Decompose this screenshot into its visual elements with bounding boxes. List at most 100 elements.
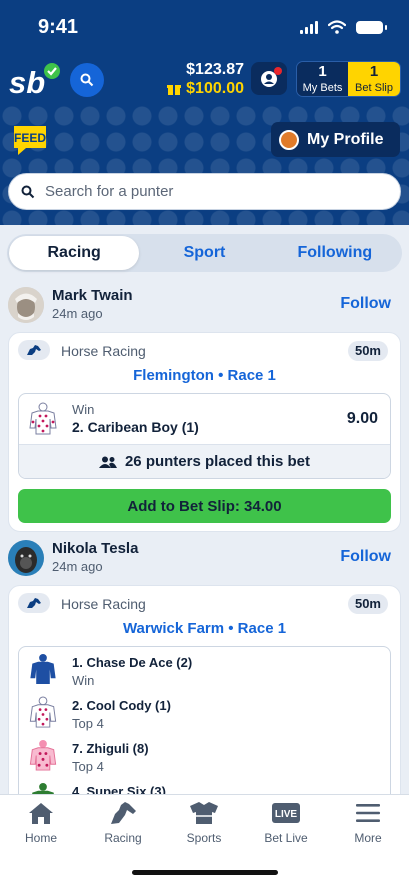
avatar[interactable] xyxy=(8,287,44,323)
wifi-icon xyxy=(328,20,346,34)
runner-name: 2. Cool Cody (1) xyxy=(72,698,171,713)
status-icons xyxy=(300,20,387,34)
search-button[interactable] xyxy=(70,63,104,97)
jockey-silk-icon xyxy=(29,739,57,771)
post-user-row: Nikola Tesla 24m ago Follow xyxy=(8,540,401,580)
bonus-amount: $100.00 xyxy=(186,80,244,97)
tab-racing[interactable]: Racing xyxy=(9,236,140,270)
sport-label: Horse Racing xyxy=(61,596,146,612)
svg-text:LIVE: LIVE xyxy=(275,809,298,820)
jockey-silk-icon xyxy=(29,402,57,435)
tab-following[interactable]: Following xyxy=(270,236,400,270)
feed-logo: FEED xyxy=(14,126,46,155)
search-icon xyxy=(21,185,35,198)
bet-slip-count: 1 xyxy=(369,63,379,80)
search-icon xyxy=(80,73,94,87)
selection-row[interactable]: 1. Chase De Ace (2) Win xyxy=(19,647,390,690)
people-icon xyxy=(98,456,117,468)
post-time: 24m ago xyxy=(52,306,103,321)
bet-type: Top 4 xyxy=(72,759,104,774)
card-header: Horse Racing 50m xyxy=(9,586,400,616)
bet-slip-label: Bet Slip xyxy=(355,82,393,94)
punters-count: 26 punters placed this bet xyxy=(19,444,390,478)
home-indicator[interactable] xyxy=(132,870,278,875)
account-button[interactable] xyxy=(251,62,287,95)
punters-text: 26 punters placed this bet xyxy=(124,453,311,470)
feed-logo-text: FEED xyxy=(14,131,46,145)
runner-name: 1. Chase De Ace (2) xyxy=(72,655,193,670)
sport-label: Horse Racing xyxy=(61,343,146,359)
svg-text:sb: sb xyxy=(9,65,45,100)
nav-racing-label: Racing xyxy=(104,831,142,845)
bet-type: Win xyxy=(72,673,95,688)
my-bets-button[interactable]: 1 My Bets xyxy=(297,62,349,96)
nav-more[interactable]: More xyxy=(333,801,403,845)
menu-icon xyxy=(356,804,380,822)
selection-row[interactable]: Win 2. Caribean Boy (1) 9.00 xyxy=(19,394,390,444)
status-bar: 9:41 xyxy=(0,0,409,56)
home-icon xyxy=(29,803,53,824)
bet-card: Horse Racing 50m Warwick Farm • Race 1 1… xyxy=(8,585,401,815)
race-title[interactable]: Warwick Farm • Race 1 xyxy=(9,616,400,646)
bonus-balance: $100.00 xyxy=(150,79,244,98)
punter-search-input[interactable] xyxy=(45,183,365,200)
user-name[interactable]: Mark Twain xyxy=(52,287,133,304)
header: 9:41 sb $123.87 $100.00 1 My Bets 1 Bet … xyxy=(0,0,409,225)
selection-box: Win 2. Caribean Boy (1) 9.00 26 punters … xyxy=(18,393,391,479)
jockey-silk-icon xyxy=(30,653,56,685)
nav-home-label: Home xyxy=(24,831,57,845)
horse-racing-icon xyxy=(18,593,50,613)
follow-button[interactable]: Follow xyxy=(340,548,391,566)
gift-icon xyxy=(167,84,182,95)
status-time: 9:41 xyxy=(38,16,79,38)
live-icon: LIVE xyxy=(272,803,300,823)
punter-search xyxy=(8,173,401,210)
jersey-icon xyxy=(190,802,218,824)
avatar[interactable] xyxy=(8,540,44,576)
user-name[interactable]: Nikola Tesla xyxy=(52,540,138,557)
nav-more-label: More xyxy=(354,831,382,845)
account-balance[interactable]: $123.87 $100.00 xyxy=(150,60,244,98)
bet-type: Win xyxy=(72,402,95,417)
tab-sport[interactable]: Sport xyxy=(139,236,269,270)
nav-racing[interactable]: Racing xyxy=(88,801,158,845)
runner-name: 2. Caribean Boy (1) xyxy=(72,419,199,435)
profile-avatar xyxy=(279,129,299,150)
my-bets-count: 1 xyxy=(318,63,327,80)
horse-icon xyxy=(111,802,136,824)
time-to-jump-badge: 50m xyxy=(347,594,388,614)
add-to-bet-slip-button[interactable]: Add to Bet Slip: 34.00 xyxy=(18,489,391,523)
notification-dot xyxy=(274,67,282,75)
multi-selection-list: 1. Chase De Ace (2) Win 2. Cool Cody (1)… xyxy=(18,646,391,806)
nav-sports[interactable]: Sports xyxy=(169,801,239,845)
my-bets-label: My Bets xyxy=(302,82,343,94)
bets-toggle: 1 My Bets 1 Bet Slip xyxy=(296,61,401,97)
feed-tabs: Racing Sport Following xyxy=(7,234,402,272)
race-title[interactable]: Flemington • Race 1 xyxy=(9,363,400,393)
app-screen: 9:41 sb $123.87 $100.00 1 My Bets 1 Bet … xyxy=(0,0,409,885)
horse-racing-icon xyxy=(18,340,50,360)
signal-icon xyxy=(300,20,318,34)
post-user-row: Mark Twain 24m ago Follow xyxy=(8,287,401,327)
nav-bet-live-label: Bet Live xyxy=(264,831,308,845)
post-time: 24m ago xyxy=(52,559,103,574)
selection-row[interactable]: 7. Zhiguli (8) Top 4 xyxy=(19,733,390,776)
nav-sports-label: Sports xyxy=(186,831,222,845)
runner-name: 7. Zhiguli (8) xyxy=(72,741,149,756)
selection-row[interactable]: 2. Cool Cody (1) Top 4 xyxy=(19,690,390,733)
jockey-silk-icon xyxy=(29,696,57,728)
odds-value: 9.00 xyxy=(346,410,378,427)
bet-slip-button[interactable]: 1 Bet Slip xyxy=(348,62,400,96)
follow-button[interactable]: Follow xyxy=(340,295,391,313)
nav-home[interactable]: Home xyxy=(6,801,76,845)
battery-icon xyxy=(356,20,387,34)
bet-card: Horse Racing 50m Flemington • Race 1 Win… xyxy=(8,332,401,532)
time-to-jump-badge: 50m xyxy=(347,341,388,361)
sb-logo[interactable]: sb xyxy=(8,62,64,100)
card-header: Horse Racing 50m xyxy=(9,333,400,363)
cash-balance: $123.87 xyxy=(186,61,244,78)
my-profile-label: My Profile xyxy=(307,130,384,148)
my-profile-button[interactable]: My Profile xyxy=(271,122,400,157)
nav-bet-live[interactable]: LIVE Bet Live xyxy=(251,801,321,845)
bet-type: Top 4 xyxy=(72,716,104,731)
